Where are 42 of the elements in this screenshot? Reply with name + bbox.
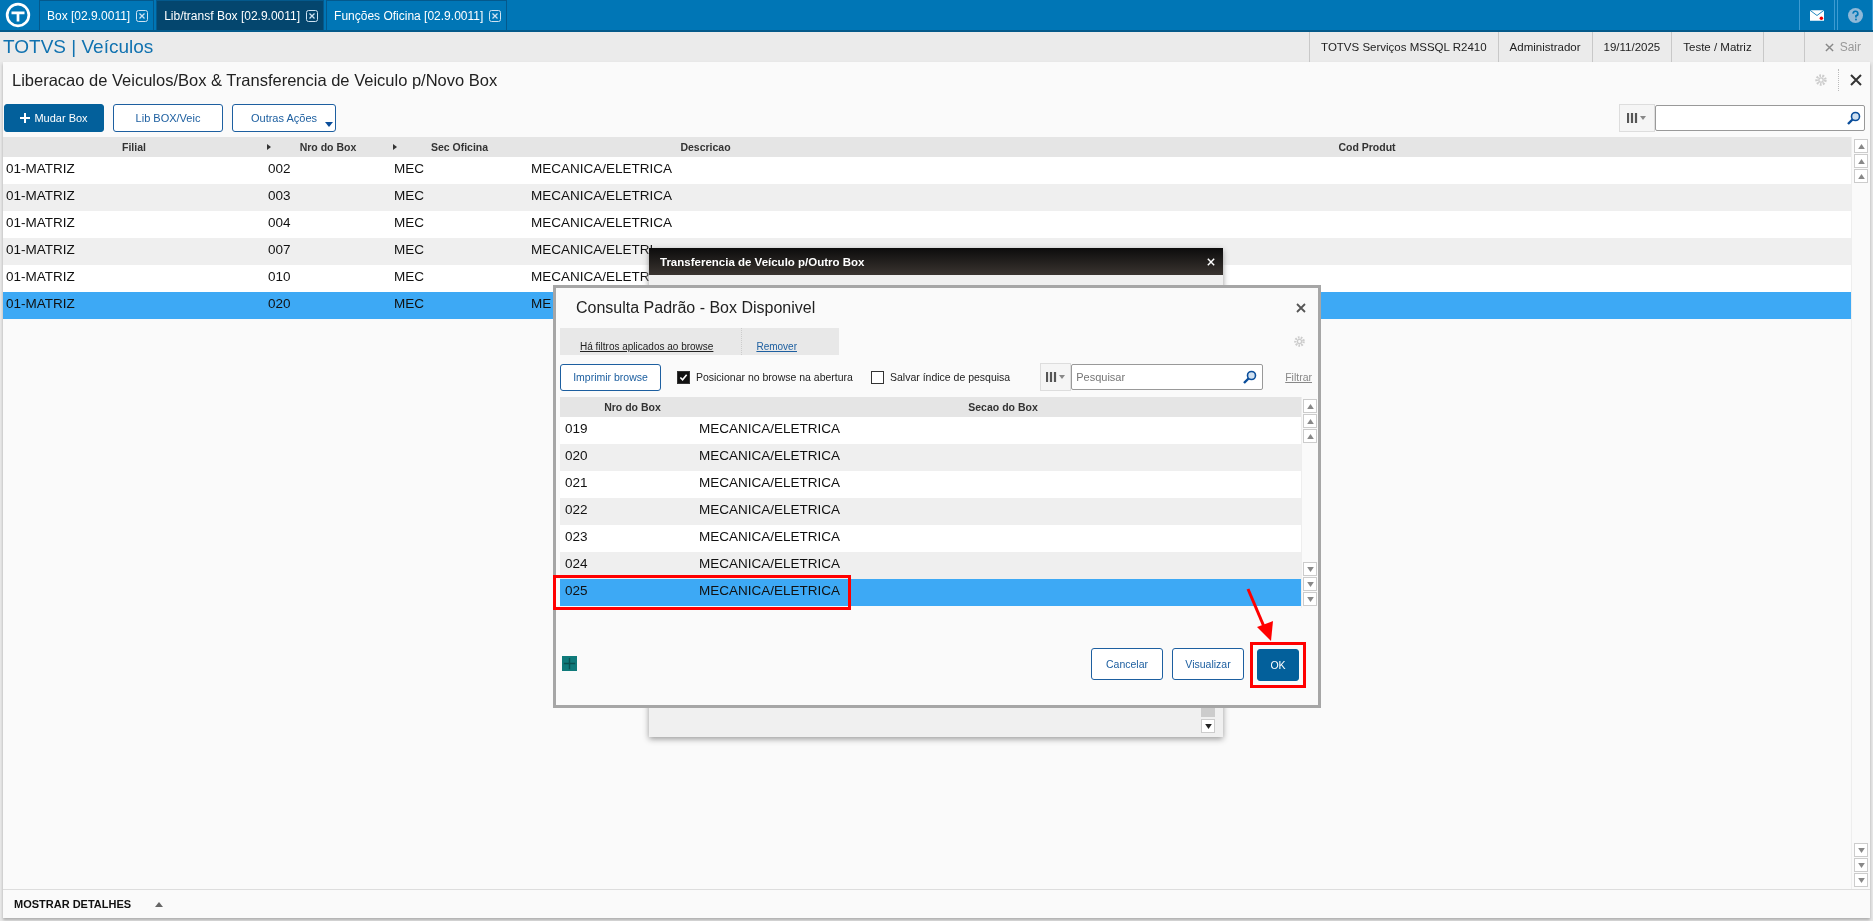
table-cell: MECANICA/ELETRICA (699, 583, 841, 598)
table-cell: MECANICA/ELETRICA (699, 448, 841, 463)
table-cell: 01-MATRIZ (6, 296, 75, 311)
table-cell: MECANICA/ELETRICA (699, 475, 841, 490)
table-cell: 01-MATRIZ (6, 188, 75, 203)
dialog-title: Transferencia de Veículo p/Outro Box (660, 255, 865, 268)
page-title: Liberacao de Veiculos/Box & Transferencia de Veiculo p/Novo Box (12, 70, 498, 90)
table-cell: 023 (565, 529, 588, 544)
table-cell: MECANICA/ELETRICA (699, 502, 841, 517)
table-cell: MEC (394, 296, 424, 311)
table-cell: 007 (268, 242, 291, 257)
table-cell: 025 (565, 583, 588, 598)
table-cell: 021 (565, 475, 588, 490)
table-cell: 024 (565, 556, 588, 571)
table-cell: 01-MATRIZ (6, 269, 75, 284)
table-cell: 003 (268, 188, 291, 203)
table-cell: MECANICA/ELETRI (531, 242, 654, 257)
table-cell: ME (531, 296, 552, 311)
table-cell: MECANICA/ELETR (531, 269, 650, 284)
dialog-title: Consulta Padrão - Box Disponivel (576, 299, 816, 317)
table-cell: MECANICA/ELETRICA (531, 215, 673, 230)
table-cell: MECANICA/ELETRICA (531, 161, 673, 176)
table-cell: 019 (565, 421, 588, 436)
table-cell: MECANICA/ELETRICA (531, 188, 673, 203)
table-cell: 002 (268, 161, 291, 176)
table-cell: 010 (268, 269, 291, 284)
table-cell: MEC (394, 215, 424, 230)
table-cell: 01-MATRIZ (6, 161, 75, 176)
table-cell: MECANICA/ELETRICA (699, 421, 841, 436)
table-cell: 004 (268, 215, 291, 230)
table-cell: MEC (394, 188, 424, 203)
table-cell: MEC (394, 269, 424, 284)
app-title: TOTVS | Veículos (2, 36, 154, 58)
table-cell: MECANICA/ELETRICA (699, 529, 841, 544)
table-cell: 022 (565, 502, 588, 517)
table-cell: MEC (394, 161, 424, 176)
table-cell: 01-MATRIZ (6, 242, 75, 257)
table-cell: 020 (565, 448, 588, 463)
table-cell: 020 (268, 296, 291, 311)
table-cell: MECANICA/ELETRICA (699, 556, 841, 571)
table-cell: 01-MATRIZ (6, 215, 75, 230)
table-cell: MEC (394, 242, 424, 257)
